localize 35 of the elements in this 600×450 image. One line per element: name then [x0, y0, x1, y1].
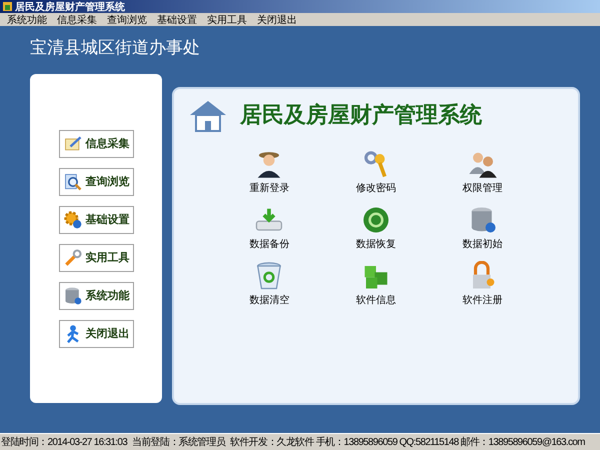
menu-item[interactable]: 实用工具 [203, 12, 251, 26]
sidebar-button[interactable]: 基础设置 [58, 206, 134, 234]
gear-icon [62, 210, 82, 230]
menu-item[interactable]: 基础设置 [153, 12, 201, 26]
status-text: QQ:582115148 [399, 436, 458, 448]
status-text: 手机：13895896059 [316, 436, 398, 449]
menu-item[interactable]: 查询浏览 [103, 12, 151, 26]
function-button[interactable]: 数据备份 [216, 205, 323, 251]
function-button[interactable]: 数据恢复 [322, 205, 430, 251]
function-button[interactable]: 数据清空 [216, 261, 323, 307]
menu-item[interactable]: 系统功能 [3, 12, 51, 26]
sidebar-button[interactable]: 查询浏览 [58, 168, 134, 196]
system-title: 居民及房屋财产管理系统 [240, 102, 482, 130]
function-button[interactable]: 数据初始 [429, 205, 536, 251]
sidebar-button[interactable]: 系统功能 [58, 282, 134, 310]
sidebar-button[interactable]: 实用工具 [58, 244, 134, 272]
organization-name: 宝清县城区街道办事处 [30, 37, 201, 59]
menu-item[interactable]: 信息采集 [53, 12, 101, 26]
status-text: 登陆时间：2014-03-27 16:31:03 [1, 436, 128, 449]
wrench-icon [62, 248, 82, 268]
window-title-text: 居民及房屋财产管理系统 [15, 0, 125, 14]
search-icon [62, 172, 82, 192]
sidebar-button[interactable]: 信息采集 [58, 130, 134, 158]
function-button[interactable]: 修改密码 [322, 149, 430, 195]
status-text: 软件开发：久龙软件 [230, 436, 314, 449]
status-text: 邮件：13895896059@163.com [460, 436, 585, 449]
function-button[interactable]: 重新登录 [216, 149, 323, 195]
function-button[interactable]: 软件信息 [322, 261, 430, 307]
status-text: 当前登陆：系统管理员 [132, 436, 226, 449]
sidebar-button[interactable]: 关闭退出 [58, 320, 134, 348]
function-button[interactable]: 权限管理 [429, 149, 536, 195]
menu-item[interactable]: 关闭退出 [253, 12, 301, 26]
function-button[interactable]: 软件注册 [429, 261, 536, 307]
database-icon [62, 286, 82, 306]
app-icon [3, 2, 12, 11]
